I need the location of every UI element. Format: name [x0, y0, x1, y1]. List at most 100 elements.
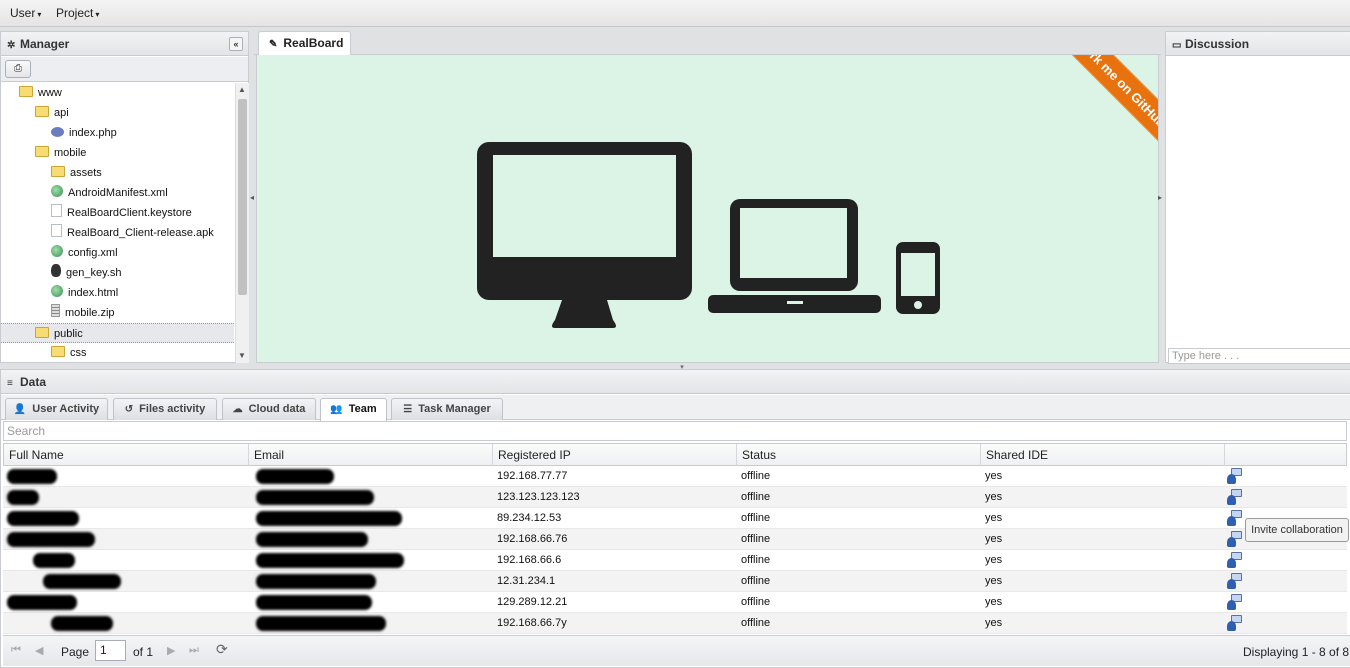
- scroll-up-icon[interactable]: ▲: [238, 85, 246, 94]
- tree-item[interactable]: www: [1, 83, 234, 103]
- prev-page-icon[interactable]: ◀: [35, 644, 43, 657]
- table-row[interactable]: 192.168.66.76 offline yes: [3, 529, 1347, 550]
- tree-item[interactable]: RealBoardClient.keystore: [1, 203, 234, 223]
- invite-collaboration-icon[interactable]: [1227, 531, 1242, 547]
- redacted-email: [256, 469, 334, 484]
- history-icon: ↺: [124, 404, 134, 415]
- monitor-icon: [477, 142, 692, 328]
- tree-item[interactable]: RealBoard_Client-release.apk: [1, 223, 234, 243]
- tab-cloud-data[interactable]: ☁ Cloud data: [222, 398, 316, 420]
- team-grid: Full Name Email Registered IP Status Sha…: [3, 443, 1347, 634]
- table-row[interactable]: 129.289.12.21 offline yes: [3, 592, 1347, 613]
- tab-user-activity-label: User Activity: [32, 403, 100, 415]
- file-icon: [51, 285, 63, 297]
- database-icon: ≡: [7, 378, 13, 389]
- realboard-tabbar: ✎ RealBoard: [254, 31, 1161, 55]
- tree-item[interactable]: mobile: [1, 143, 234, 163]
- column-status[interactable]: Status: [737, 444, 981, 466]
- redacted-name: [7, 469, 57, 484]
- manager-header: ✲ Manager «: [1, 32, 248, 56]
- tree-item[interactable]: index.html: [1, 283, 234, 303]
- folder-icon: [35, 327, 49, 338]
- invite-collaboration-icon[interactable]: [1227, 552, 1242, 568]
- file-icon: [51, 185, 63, 197]
- cell-shared: yes: [985, 470, 1003, 482]
- table-row[interactable]: 12.31.234.1 offline yes: [3, 571, 1347, 592]
- file-icon: [51, 264, 61, 277]
- tree-item[interactable]: config.xml: [1, 243, 234, 263]
- collapse-manager-button[interactable]: «: [229, 37, 243, 51]
- last-page-icon[interactable]: ⏭: [189, 644, 199, 657]
- tab-realboard[interactable]: ✎ RealBoard: [258, 31, 351, 55]
- table-row[interactable]: 192.168.66.6 offline yes: [3, 550, 1347, 571]
- tab-task-manager[interactable]: ☰ Task Manager: [391, 398, 503, 420]
- tree-item[interactable]: assets: [1, 163, 234, 183]
- invite-collaboration-icon[interactable]: [1227, 468, 1242, 484]
- expand-left-icon[interactable]: ◂: [250, 193, 254, 202]
- file-icon: [51, 224, 62, 237]
- manager-title: Manager: [20, 37, 70, 51]
- invite-collaboration-icon[interactable]: [1227, 489, 1242, 505]
- tree-item[interactable]: AndroidManifest.xml: [1, 183, 234, 203]
- laptop-icon: [708, 199, 881, 313]
- tree-item[interactable]: public: [1, 323, 234, 343]
- search-input[interactable]: Search: [3, 421, 1347, 441]
- invite-collaboration-icon[interactable]: [1227, 615, 1242, 631]
- redacted-name: [7, 595, 77, 610]
- realboard-canvas: Fork me on GitHub: [256, 55, 1159, 363]
- tree-item-label: index.php: [69, 127, 117, 139]
- invite-collaboration-icon[interactable]: [1227, 573, 1242, 589]
- tab-team-label: Team: [348, 403, 377, 415]
- first-page-icon[interactable]: ⏮: [11, 644, 21, 657]
- project-menu[interactable]: Project ▾: [56, 6, 99, 20]
- tree-item-label: index.html: [68, 287, 119, 299]
- print-button[interactable]: ⎙: [5, 60, 31, 78]
- cell-status: offline: [741, 575, 771, 587]
- user-menu[interactable]: User ▾: [10, 6, 41, 20]
- invite-collaboration-icon[interactable]: [1227, 510, 1242, 526]
- redacted-email: [256, 511, 402, 526]
- tree-item[interactable]: index.php: [1, 123, 234, 143]
- chevron-down-icon: ▾: [37, 10, 42, 19]
- refresh-icon[interactable]: ⟳: [216, 641, 228, 658]
- tree-scrollbar[interactable]: ▲ ▼: [235, 83, 249, 363]
- tree-item[interactable]: gen_key.sh: [1, 263, 234, 283]
- invite-collaboration-icon[interactable]: [1227, 594, 1242, 610]
- table-row[interactable]: 192.168.66.7y offline yes: [3, 613, 1347, 634]
- page-number-input[interactable]: 1: [95, 640, 126, 661]
- folder-icon: [19, 86, 33, 97]
- tree-item-label: assets: [70, 167, 102, 179]
- tree-item[interactable]: api: [1, 103, 234, 123]
- cell-ip: 192.168.66.7y: [497, 617, 567, 629]
- discussion-input[interactable]: Type here . . .: [1168, 348, 1350, 364]
- project-menu-label: Project: [56, 6, 94, 20]
- table-row[interactable]: 192.168.77.77 offline yes: [3, 466, 1347, 487]
- table-row[interactable]: 123.123.123.123 offline yes: [3, 487, 1347, 508]
- scroll-down-icon[interactable]: ▼: [238, 351, 246, 360]
- column-shared-ide[interactable]: Shared IDE: [981, 444, 1225, 466]
- data-tabbar: 👤 User Activity ↺ Files activity ☁ Cloud da…: [1, 395, 1350, 421]
- tree-item-label: AndroidManifest.xml: [68, 187, 168, 199]
- tab-user-activity[interactable]: 👤 User Activity: [5, 398, 108, 420]
- column-registered-ip[interactable]: Registered IP: [493, 444, 737, 466]
- tree-item-label: mobile.zip: [65, 307, 115, 319]
- scroll-thumb[interactable]: [238, 99, 247, 295]
- team-icon: 👥: [330, 404, 343, 415]
- tree-item-label: config.xml: [68, 247, 118, 259]
- column-full-name[interactable]: Full Name: [4, 444, 249, 466]
- cell-ip: 192.168.66.6: [497, 554, 562, 566]
- tab-files-activity[interactable]: ↺ Files activity: [113, 398, 217, 420]
- tab-team[interactable]: 👥 Team: [320, 398, 387, 421]
- next-page-icon[interactable]: ▶: [167, 644, 175, 657]
- expand-right-icon[interactable]: ▸: [1158, 193, 1162, 202]
- table-row[interactable]: 89.234.12.53 offline yes: [3, 508, 1347, 529]
- column-email[interactable]: Email: [249, 444, 493, 466]
- cell-status: offline: [741, 512, 771, 524]
- tree-item-label: gen_key.sh: [66, 267, 122, 279]
- file-icon: [51, 127, 64, 137]
- cell-ip: 192.168.77.77: [497, 470, 568, 482]
- invite-tooltip: Invite collaboration: [1245, 518, 1349, 542]
- tree-item[interactable]: mobile.zip: [1, 303, 234, 323]
- cell-status: offline: [741, 596, 771, 608]
- tree-item[interactable]: css: [1, 343, 234, 363]
